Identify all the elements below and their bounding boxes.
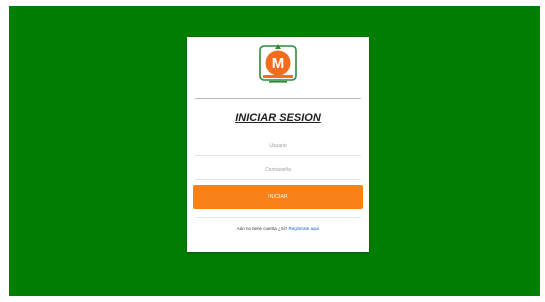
login-card: M INICIAR SESION INICIAR Aún no tiene cu…: [187, 37, 369, 252]
password-input[interactable]: [195, 161, 361, 180]
brand-logo: M: [251, 41, 305, 87]
login-button[interactable]: INICIAR: [193, 185, 363, 209]
svg-text:M: M: [272, 55, 285, 72]
bottom-divider: [195, 217, 361, 218]
signup-prompt-text: Aún no tiene cuenta ¿Si?: [236, 226, 289, 231]
username-input[interactable]: [195, 137, 361, 156]
signup-prompt: Aún no tiene cuenta ¿Si? Regístrate aquí: [187, 226, 369, 231]
register-link[interactable]: Regístrate aquí: [289, 226, 320, 231]
top-divider: [195, 98, 361, 99]
login-title: INICIAR SESION: [235, 112, 321, 124]
